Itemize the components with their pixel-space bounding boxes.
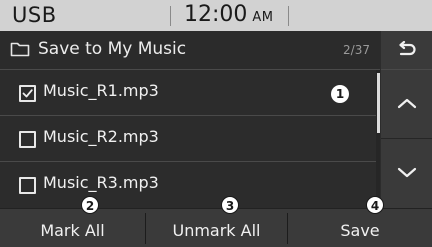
list-item[interactable]: Music_R3.mp3 <box>0 162 376 207</box>
file-name: Music_R3.mp3 <box>43 173 159 192</box>
chevron-up-icon <box>397 98 417 109</box>
back-arrow-icon <box>399 41 416 56</box>
folder-icon <box>10 41 30 57</box>
checkmark-icon <box>22 89 33 98</box>
music-save-screen: USB 12:00 AM Save to My Music 2/37 Music_… <box>0 0 432 247</box>
save-button[interactable]: Save <box>288 209 432 247</box>
back-button[interactable] <box>381 31 432 70</box>
scroll-down-button[interactable] <box>381 139 432 208</box>
clock: 12:00 AM <box>184 2 274 27</box>
page-title: Save to My Music <box>38 39 187 59</box>
checkbox-unchecked[interactable] <box>19 131 36 148</box>
file-name: Music_R2.mp3 <box>43 127 159 146</box>
page-counter: 2/37 <box>343 43 370 57</box>
list-item[interactable]: Music_R1.mp3 <box>0 70 376 116</box>
callout-marker-4: 4 <box>366 196 384 214</box>
callout-marker-2: 2 <box>81 196 99 214</box>
clock-time: 12:00 <box>184 2 248 27</box>
title-row: Save to My Music 2/37 <box>0 31 380 70</box>
chevron-down-icon <box>397 167 417 178</box>
status-divider <box>288 6 289 26</box>
media-source-label: USB <box>12 3 57 27</box>
bottom-action-bar: Mark All Unmark All Save <box>0 208 432 247</box>
checkbox-unchecked[interactable] <box>19 177 36 194</box>
list-item[interactable]: Music_R2.mp3 <box>0 116 376 162</box>
file-list: Music_R1.mp3 Music_R2.mp3 Music_R3.mp3 <box>0 70 380 208</box>
scroll-up-button[interactable] <box>381 70 432 139</box>
unmark-all-button[interactable]: Unmark All <box>146 209 287 247</box>
file-name: Music_R1.mp3 <box>43 81 159 100</box>
checkbox-checked[interactable] <box>19 85 36 102</box>
clock-ampm: AM <box>252 10 274 25</box>
scrollbar-thumb[interactable] <box>377 73 380 133</box>
callout-marker-1: 1 <box>331 85 349 103</box>
callout-marker-3: 3 <box>221 196 239 214</box>
mark-all-button[interactable]: Mark All <box>0 209 145 247</box>
status-bar: USB 12:00 AM <box>0 0 432 31</box>
status-divider <box>170 6 171 26</box>
